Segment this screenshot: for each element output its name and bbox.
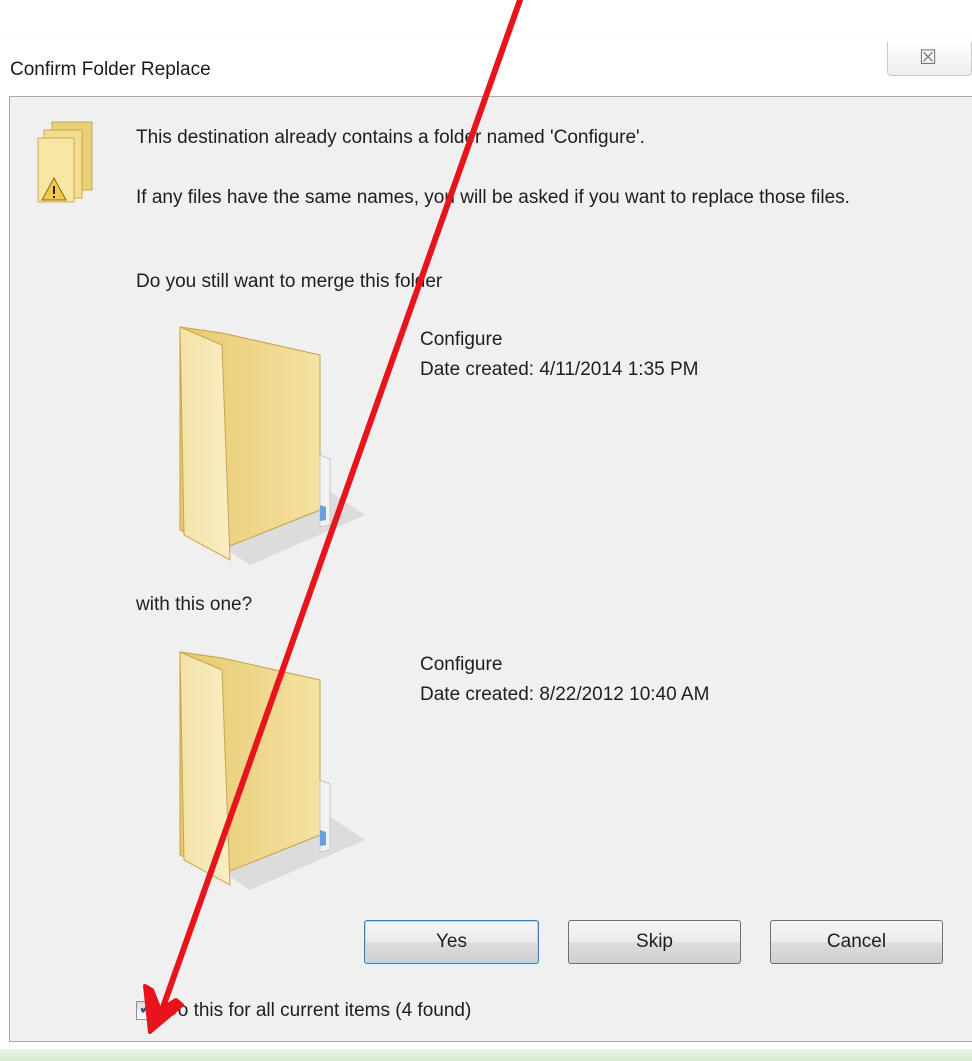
apply-all-checkbox[interactable]: ✔ [136,999,155,1020]
existing-folder-item[interactable]: Configure Date created: 4/11/2014 1:35 P… [170,315,790,570]
dialog-title: Confirm Folder Replace [10,59,211,80]
check-icon: ✔ [139,999,153,1018]
skip-button[interactable]: Skip [568,920,741,964]
background-strip [0,1049,972,1061]
question-merge: Do you still want to merge this folder [136,271,443,292]
with-this-one: with this one? [136,594,253,615]
yes-button[interactable]: Yes [364,920,539,964]
message-exists: This destination already contains a fold… [136,127,645,148]
new-folder-name: Configure [420,654,503,675]
message-replace: If any files have the same names, you wi… [136,187,850,208]
folder-icon [179,651,365,890]
screenshot: Confirm Folder Replace ☒ This destinatio… [0,0,972,1061]
new-folder-date: Date created: 8/22/2012 10:40 AM [420,684,710,705]
folder-warning-icon [37,121,93,203]
close-icon: ☒ [919,45,937,69]
close-button[interactable]: ☒ [887,42,972,76]
apply-all-label[interactable]: Do this for all current items (4 found) [164,996,471,1026]
existing-folder-name: Configure [420,329,503,350]
folder-icon [179,326,365,565]
cancel-button[interactable]: Cancel [770,920,943,964]
existing-folder-date: Date created: 4/11/2014 1:35 PM [420,359,699,380]
new-folder-item[interactable]: Configure Date created: 8/22/2012 10:40 … [170,640,790,895]
